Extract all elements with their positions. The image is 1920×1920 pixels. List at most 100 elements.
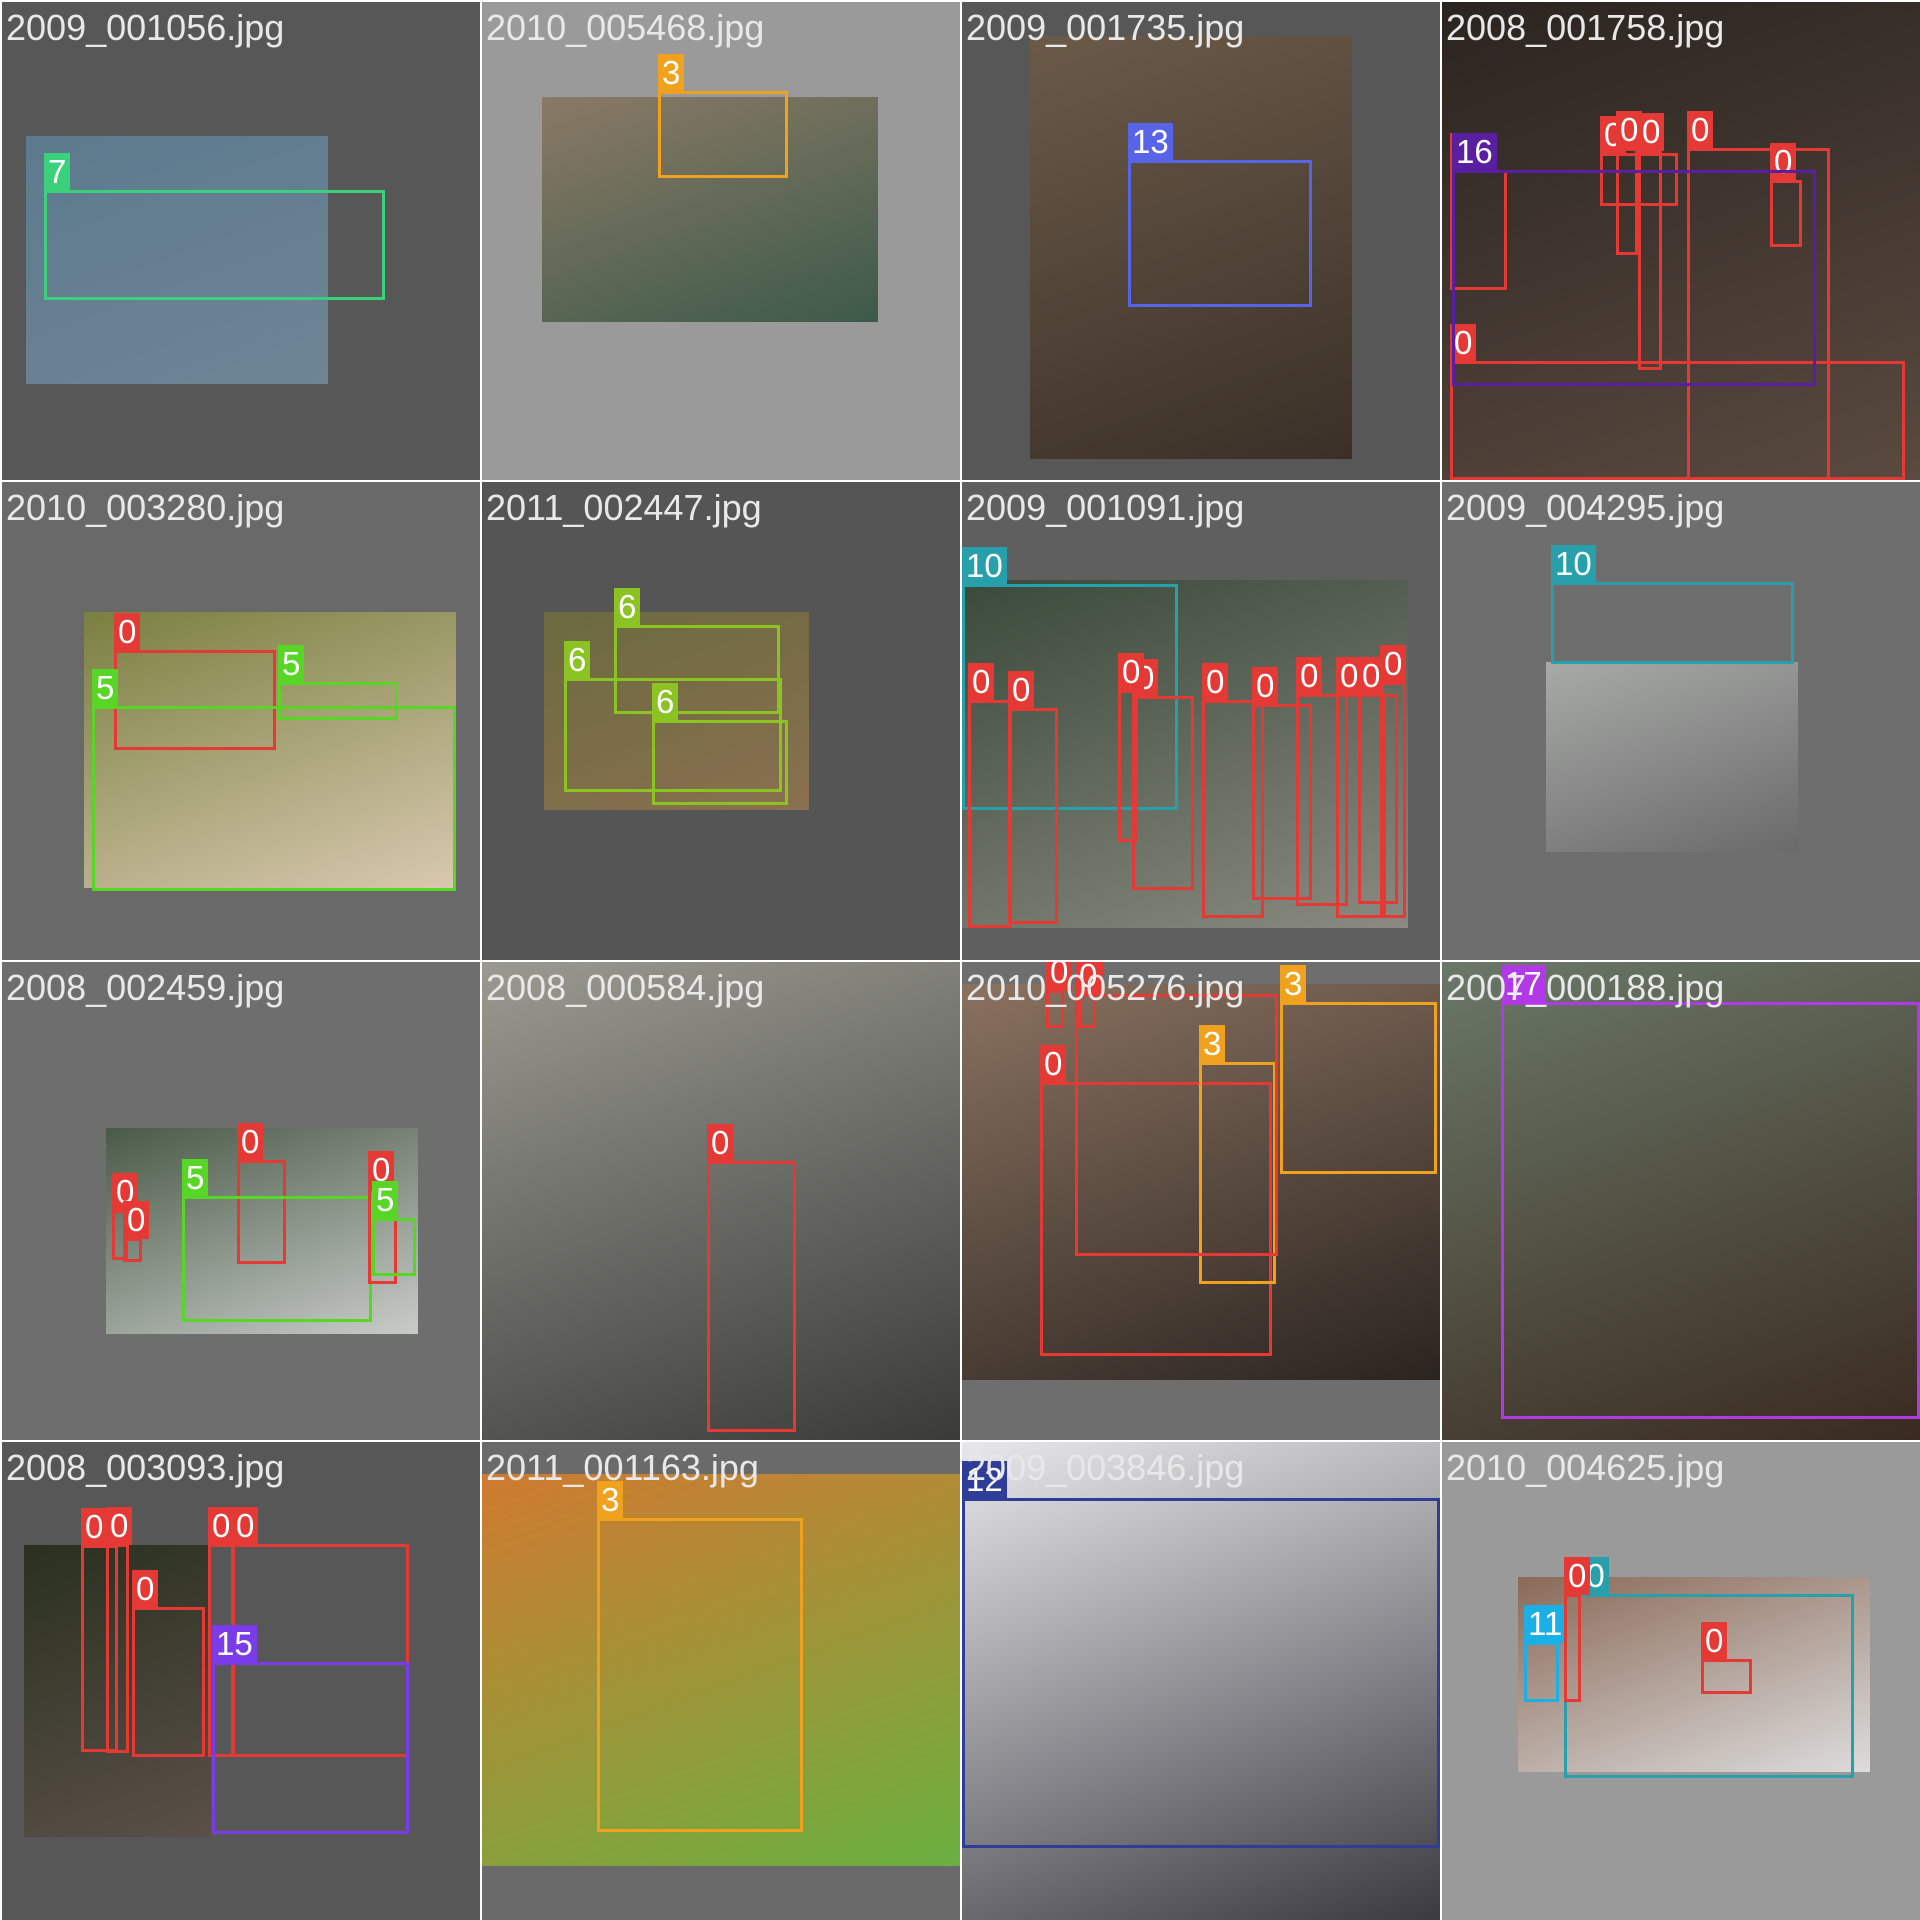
tile-filename: 2010_005276.jpg — [966, 967, 1245, 1008]
bounding-box-label: 10 — [1551, 545, 1596, 583]
bounding-box-label: 5 — [278, 645, 305, 683]
mosaic-tile: 2007_000188.jpg 17 — [1442, 962, 1920, 1440]
tile-filename: 2009_004295.jpg — [1446, 487, 1725, 528]
bounding-box-label: 0 — [1380, 645, 1407, 683]
mosaic-tile: 2008_001758.jpg000000016 — [1442, 2, 1920, 480]
tile-filename: 2008_001758.jpg — [1446, 7, 1725, 48]
bounding-box-label: 0 — [237, 1123, 264, 1161]
bounding-box: 0 — [1075, 962, 1278, 1256]
bounding-box: 11 — [1524, 1605, 1567, 1702]
bounding-box: 13 — [1128, 123, 1312, 307]
bounding-box-label: 16 — [1452, 133, 1497, 171]
tile-filename: 2010_005468.jpg — [486, 7, 765, 48]
tile-filename: 2008_000584.jpg — [486, 967, 765, 1008]
bounding-box-label: 3 — [658, 54, 685, 92]
bounding-box-label: 0 — [1040, 1045, 1067, 1083]
bounding-box: 0 — [1336, 657, 1386, 918]
mosaic-tile: 2009_001735.jpg 13 — [962, 2, 1440, 480]
bounding-box: 10 — [1551, 545, 1794, 664]
tile-photo — [1546, 662, 1798, 852]
bounding-box: 0 — [1380, 645, 1407, 918]
bounding-box-label: 0 — [1118, 653, 1145, 691]
bounding-box-label: 5 — [372, 1181, 399, 1219]
bounding-box: 5 — [372, 1181, 416, 1276]
mosaic-tile: 2009_003846.jpg 12 — [962, 1442, 1440, 1920]
mosaic-tile: 2010_004625.jpg101100 — [1442, 1442, 1920, 1920]
bounding-box: 3 — [1280, 965, 1437, 1174]
bounding-box-label: 0 — [968, 663, 995, 701]
bounding-box: 6 — [652, 683, 788, 805]
mosaic-tile: 2010_005468.jpg 3 — [482, 2, 960, 480]
bounding-box: 0 — [1564, 1557, 1591, 1702]
bounding-box-label: 11 — [1524, 1605, 1567, 1643]
bounding-box-label: 6 — [564, 641, 591, 679]
bounding-box-label: 15 — [212, 1625, 257, 1663]
bounding-box-label: 0 — [1564, 1557, 1591, 1595]
bounding-box-label: 5 — [182, 1159, 209, 1197]
bounding-box: 15 — [212, 1625, 409, 1834]
bounding-box-label: 0 — [1616, 111, 1643, 149]
bounding-box: 17 — [1501, 965, 1920, 1419]
bounding-box-label: 0 — [1701, 1622, 1728, 1660]
tile-filename: 2009_001735.jpg — [966, 7, 1245, 48]
bounding-box: 0 — [132, 1570, 205, 1757]
bounding-box-label: 6 — [652, 683, 679, 721]
bounding-box-label: 7 — [44, 153, 71, 191]
bounding-box: 3 — [658, 54, 788, 178]
bounding-box-label: 0 — [123, 1201, 150, 1239]
tile-filename: 2009_001056.jpg — [6, 7, 285, 48]
bounding-box-label: 0 — [1202, 663, 1229, 701]
bounding-box-label: 6 — [614, 588, 641, 626]
tile-filename: 2010_003280.jpg — [6, 487, 285, 528]
mosaic-tile: 2010_005276.jpg000330 — [962, 962, 1440, 1440]
detection-mosaic: 2009_001056.jpg 7 2010_005468.jpg 3 2009_001… — [0, 0, 1920, 1920]
bounding-box-label: 0 — [232, 1507, 259, 1545]
bounding-box-label: 0 — [114, 613, 141, 651]
mosaic-tile: 2010_003280.jpg 0 5 5 — [2, 482, 480, 960]
bounding-box-label: 0 — [707, 1124, 734, 1162]
bounding-box-label: 13 — [1128, 123, 1173, 161]
tile-filename: 2011_002447.jpg — [486, 487, 762, 528]
tile-filename: 2009_001091.jpg — [966, 487, 1245, 528]
bounding-box: 7 — [44, 153, 385, 300]
bounding-box-label: 0 — [81, 1508, 108, 1546]
tile-filename: 2009_003846.jpg — [966, 1447, 1245, 1488]
tile-filename: 2008_003093.jpg — [6, 1447, 285, 1488]
bounding-box: 0 — [106, 1507, 133, 1753]
bounding-box: 0 — [1008, 671, 1058, 924]
bounding-box-label: 0 — [1296, 657, 1323, 695]
mosaic-tile: 2008_000584.jpg 0 — [482, 962, 960, 1440]
bounding-box-label: 0 — [208, 1507, 235, 1545]
bounding-box: 16 — [1452, 133, 1816, 386]
bounding-box-label: 5 — [92, 669, 119, 707]
mosaic-tile: 2008_002459.jpg 0 5 0 0 0 5 — [2, 962, 480, 1440]
mosaic-tile: 2009_004295.jpg 10 — [1442, 482, 1920, 960]
mosaic-tile: 2009_001091.jpg 10 0 0 0 0 0 0 0 0 0 0 — [962, 482, 1440, 960]
mosaic-tile: 2011_001163.jpg 3 — [482, 1442, 960, 1920]
mosaic-tile: 2009_001056.jpg 7 — [2, 2, 480, 480]
tile-filename: 2007_000188.jpg — [1446, 967, 1725, 1008]
bounding-box-label: 0 — [106, 1507, 133, 1545]
bounding-box-label: 10 — [962, 547, 1007, 585]
tile-filename: 2011_001163.jpg — [486, 1447, 759, 1488]
bounding-box: 0 — [1132, 659, 1194, 890]
bounding-box: 5 — [92, 669, 456, 891]
bounding-box: 0 — [1701, 1622, 1752, 1694]
bounding-box: 0 — [707, 1124, 796, 1432]
bounding-box: 5 — [182, 1159, 372, 1322]
bounding-box-label: 0 — [132, 1570, 159, 1608]
bounding-box-label: 3 — [1280, 965, 1307, 1003]
bounding-box: 3 — [597, 1481, 803, 1832]
bounding-box-label: 0 — [1252, 667, 1279, 705]
mosaic-tile: 2011_002447.jpg 6 6 6 — [482, 482, 960, 960]
bounding-box-label: 0 — [1008, 671, 1035, 709]
bounding-box-label: 0 — [1336, 657, 1363, 695]
tile-filename: 2010_004625.jpg — [1446, 1447, 1725, 1488]
bounding-box: 0 — [968, 663, 1012, 928]
bounding-box: 0 — [123, 1201, 150, 1262]
tile-filename: 2008_002459.jpg — [6, 967, 285, 1008]
bounding-box: 12 — [962, 1461, 1440, 1848]
bounding-box-label: 0 — [1687, 111, 1714, 149]
bounding-box: 0 — [1118, 653, 1145, 842]
mosaic-tile: 2008_003093.jpg 0 0 0 0 0 15 — [2, 1442, 480, 1920]
